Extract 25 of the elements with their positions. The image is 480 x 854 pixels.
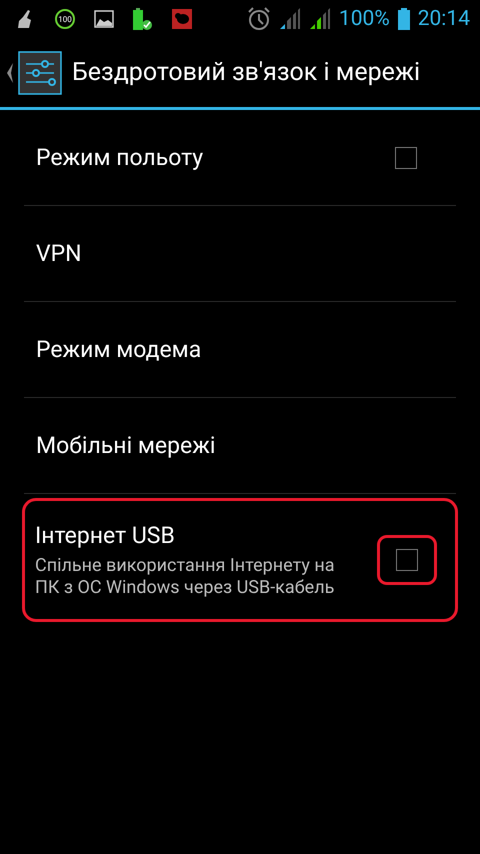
image-icon <box>94 10 114 28</box>
signal-icon <box>308 8 331 30</box>
setting-title: VPN <box>36 240 83 267</box>
back-icon[interactable] <box>6 62 14 82</box>
notification-badge: 100 <box>55 9 75 29</box>
battery-percent: 100% <box>338 7 390 31</box>
checkbox[interactable] <box>395 146 417 168</box>
setting-title: Мобільні мережі <box>36 432 216 459</box>
settings-sliders-icon[interactable] <box>18 50 62 94</box>
alarm-icon <box>246 7 271 31</box>
battery-check-icon <box>133 7 153 31</box>
setting-row[interactable]: Мобільні мережі <box>24 398 456 494</box>
setting-title: Інтернет USB <box>35 522 176 549</box>
setting-title: Режим модема <box>36 336 202 363</box>
setting-summary: Спільне використання Інтернету на ПК з ОС Windows через USB-кабель <box>35 554 335 598</box>
setting-row[interactable]: Режим польоту <box>24 110 456 206</box>
setting-title: Режим польоту <box>36 144 204 171</box>
setting-row[interactable]: Режим модема <box>24 302 456 398</box>
checkbox[interactable] <box>396 549 418 571</box>
signal-icon <box>278 8 301 30</box>
screen-title: Бездротовий зв'язок і мережі <box>72 58 420 87</box>
clock: 20:14 <box>418 7 470 31</box>
battery-icon <box>398 8 410 30</box>
setting-row[interactable]: VPN <box>24 206 456 302</box>
highlighted-setting-row[interactable]: Інтернет USB Спільне використання Інтернету на ПК з ОС Windows через USB-кабель <box>22 498 458 622</box>
